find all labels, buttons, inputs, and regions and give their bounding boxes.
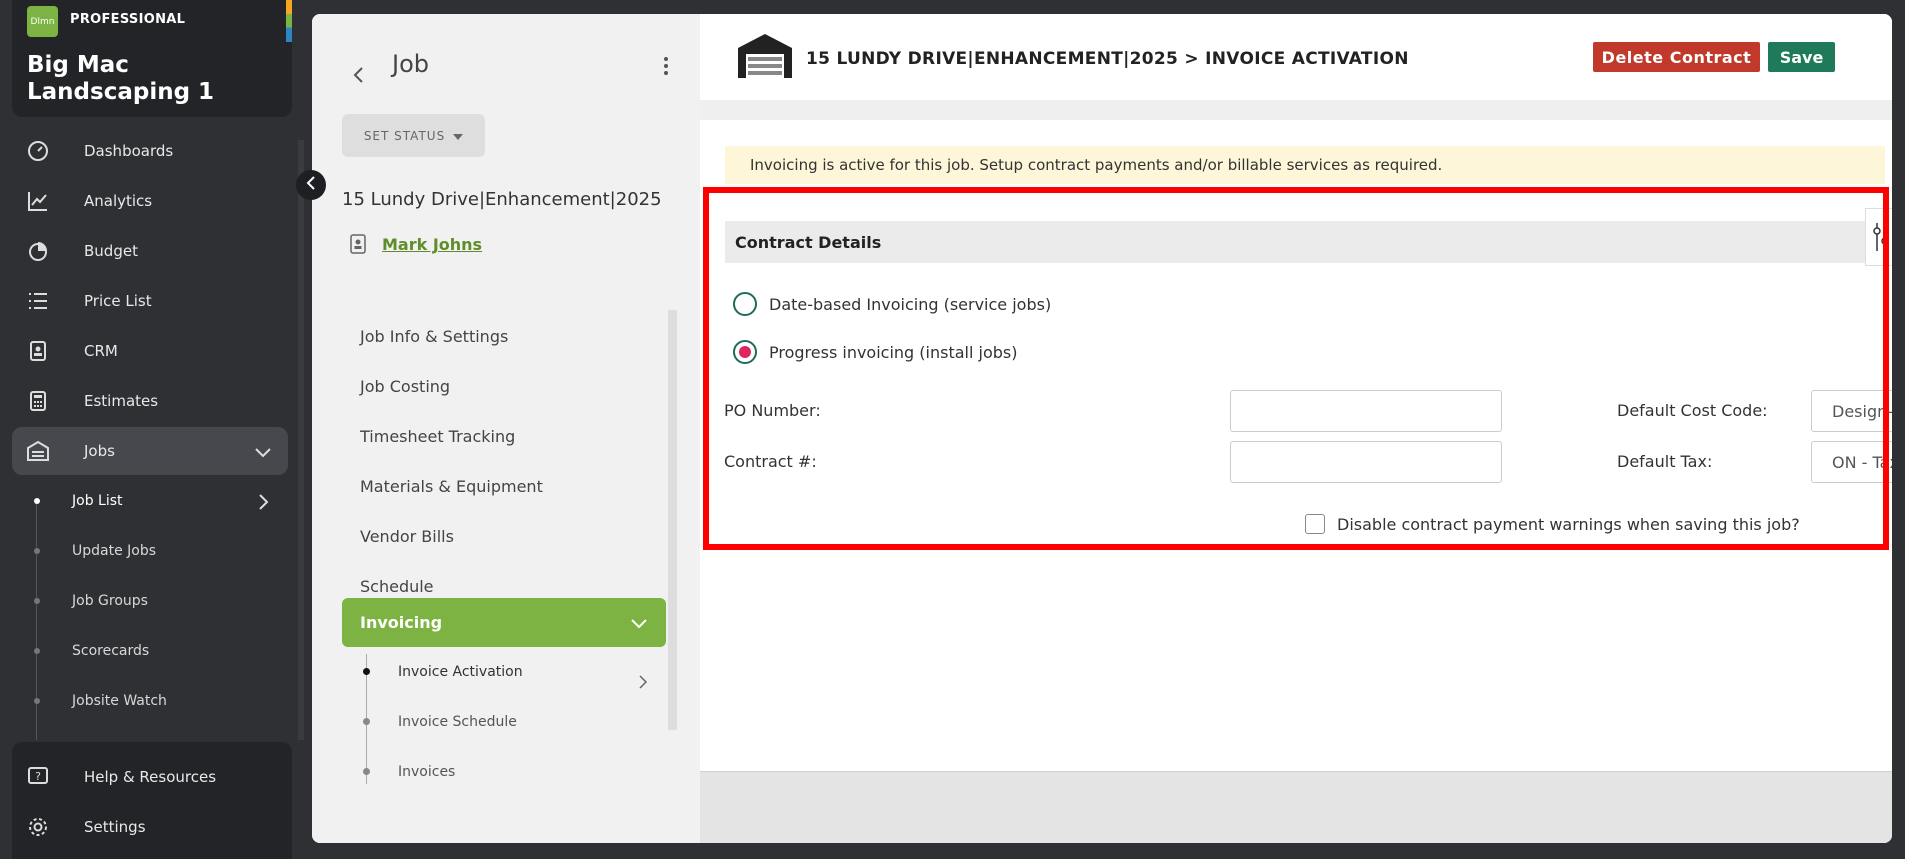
nav-item-settings[interactable]: Settings <box>12 803 288 851</box>
content-area: 15 LUNDY DRIVE|ENHANCEMENT|2025 > INVOIC… <box>700 14 1892 843</box>
main-panel: Job SET STATUS 15 Lundy Drive|Enhancemen… <box>312 14 1892 843</box>
menu-materials-equipment[interactable]: Materials & Equipment <box>360 471 543 501</box>
tree-dot <box>363 768 370 775</box>
garage-icon <box>26 439 50 463</box>
content-footer <box>700 771 1892 843</box>
delete-contract-button[interactable]: Delete Contract <box>1593 42 1760 72</box>
content-header: 15 LUNDY DRIVE|ENHANCEMENT|2025 > INVOIC… <box>700 14 1892 100</box>
menu-job-costing[interactable]: Job Costing <box>360 371 450 401</box>
menu-job-info[interactable]: Job Info & Settings <box>360 321 508 351</box>
chevron-right-icon <box>258 493 270 515</box>
tree-dot <box>363 668 370 675</box>
plan-label: PROFESSIONAL <box>70 12 186 27</box>
save-button[interactable]: Save <box>1768 42 1835 72</box>
tree-dot <box>34 648 40 654</box>
more-options-icon[interactable] <box>656 54 676 78</box>
sub-tree-line <box>36 500 37 740</box>
subnav-title: Job <box>392 50 429 78</box>
job-subnav: Job SET STATUS 15 Lundy Drive|Enhancemen… <box>312 14 700 843</box>
tree-dot <box>34 598 40 604</box>
tree-dot <box>363 718 370 725</box>
nav-item-label: Jobs <box>84 442 115 460</box>
dashboard-gauge-icon <box>26 139 50 163</box>
nav-item-dashboards[interactable]: Dashboards <box>12 127 288 175</box>
nav-sub-jobsite-watch[interactable]: Jobsite Watch <box>72 681 167 721</box>
back-arrow-icon[interactable] <box>352 66 364 88</box>
menu-schedule[interactable]: Schedule <box>360 571 434 601</box>
nav-sub-job-groups[interactable]: Job Groups <box>72 581 148 621</box>
chevron-down-icon <box>254 445 272 463</box>
nav-sub-scorecards[interactable]: Scorecards <box>72 631 149 671</box>
highlight-annotation <box>703 187 1889 550</box>
pie-chart-icon <box>26 239 50 263</box>
menu-vendor-bills[interactable]: Vendor Bills <box>360 521 454 551</box>
line-chart-icon <box>26 189 50 213</box>
submenu-invoices[interactable]: Invoices <box>398 760 455 784</box>
collapse-nav-button[interactable] <box>296 170 326 200</box>
chevron-left-icon <box>305 175 317 195</box>
nav-item-crm[interactable]: CRM <box>12 327 288 375</box>
brand-card: Dlmn PROFESSIONAL Big Mac Landscaping 1 <box>12 0 292 117</box>
nav-item-label: CRM <box>84 342 118 360</box>
nav-item-label: Help & Resources <box>84 768 217 786</box>
list-icon <box>26 289 50 313</box>
left-nav: Dlmn PROFESSIONAL Big Mac Landscaping 1 … <box>0 0 312 859</box>
nav-item-label: Analytics <box>84 192 153 210</box>
menu-invoicing[interactable]: Invoicing <box>342 598 666 647</box>
nav-item-analytics[interactable]: Analytics <box>12 177 288 225</box>
chevron-right-icon <box>638 674 648 694</box>
svg-text:?: ? <box>35 770 41 783</box>
nav-scrollbar[interactable] <box>298 140 304 740</box>
nav-item-estimates[interactable]: Estimates <box>12 377 288 425</box>
contact-card-icon <box>26 339 50 363</box>
page-title: 15 LUNDY DRIVE|ENHANCEMENT|2025 > INVOIC… <box>806 49 1409 69</box>
menu-invoicing-label: Invoicing <box>360 613 443 632</box>
chevron-down-icon <box>630 615 648 634</box>
gear-icon <box>26 815 50 839</box>
nav-item-label: Dashboards <box>84 142 174 160</box>
nav-sub-job-list[interactable]: Job List <box>72 481 123 521</box>
subnav-scrollbar[interactable] <box>668 310 677 730</box>
tree-dot <box>34 498 40 504</box>
nav-item-label: Budget <box>84 242 138 260</box>
calculator-icon <box>26 389 50 413</box>
nav-item-label: Price List <box>84 292 152 310</box>
submenu-invoice-schedule[interactable]: Invoice Schedule <box>398 710 517 734</box>
submenu-invoice-activation[interactable]: Invoice Activation <box>398 660 523 684</box>
header-separator <box>700 100 1892 120</box>
nav-item-label: Estimates <box>84 392 159 410</box>
company-name: Big Mac Landscaping 1 <box>27 52 215 105</box>
job-name: 15 Lundy Drive|Enhancement|2025 <box>342 189 662 210</box>
nav-item-label: Settings <box>84 818 146 836</box>
help-icon: ? <box>26 765 50 789</box>
garage-icon <box>736 32 794 82</box>
tree-dot <box>34 548 40 554</box>
contact-card-icon <box>350 234 366 258</box>
contact-link[interactable]: Mark Johns <box>382 235 482 254</box>
invoicing-active-alert: Invoicing is active for this job. Setup … <box>725 146 1885 184</box>
set-status-label: SET STATUS <box>363 128 446 143</box>
nav-item-budget[interactable]: Budget <box>12 227 288 275</box>
brand-stripe <box>286 0 292 42</box>
caret-down-icon <box>453 129 464 143</box>
nav-item-jobs[interactable]: Jobs <box>12 427 288 475</box>
company-logo: Dlmn <box>27 6 58 37</box>
nav-item-price-list[interactable]: Price List <box>12 277 288 325</box>
tree-dot <box>34 698 40 704</box>
menu-timesheet-tracking[interactable]: Timesheet Tracking <box>360 421 515 451</box>
nav-item-help[interactable]: ? Help & Resources <box>12 753 288 801</box>
set-status-dropdown[interactable]: SET STATUS <box>342 114 485 157</box>
nav-sub-update-jobs[interactable]: Update Jobs <box>72 531 156 571</box>
